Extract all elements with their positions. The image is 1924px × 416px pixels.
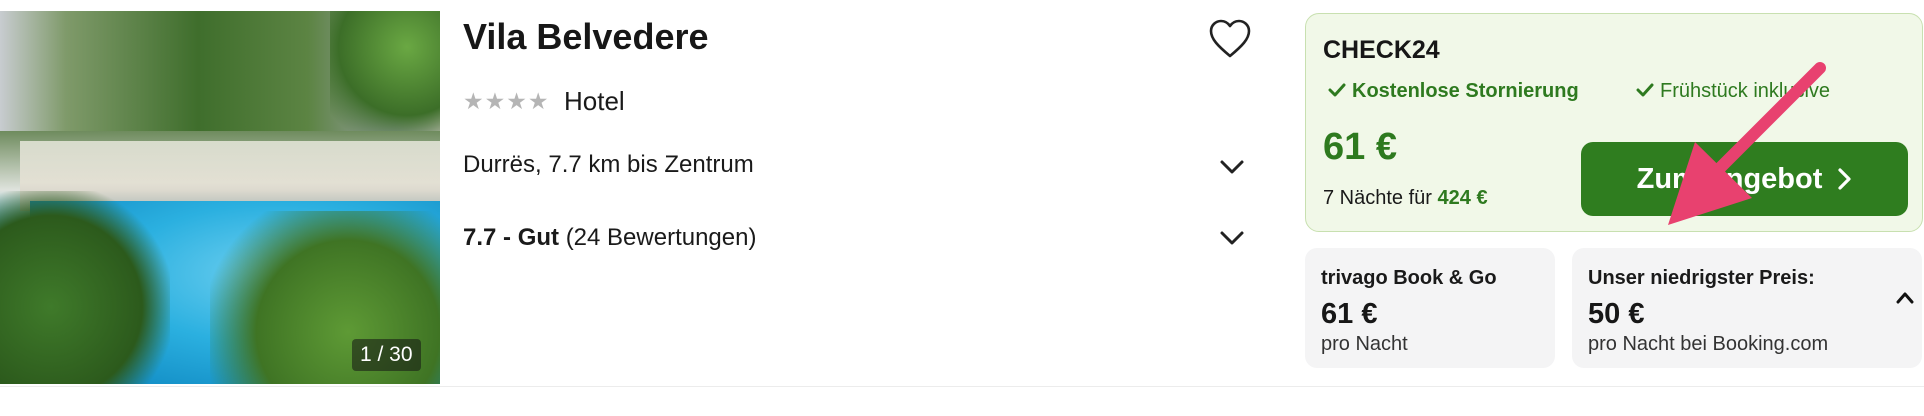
- star-rating-icons: ★★★★: [463, 88, 550, 114]
- alt-offer-label: Unser niedrigster Preis:: [1588, 267, 1815, 289]
- chevron-down-icon[interactable]: [1217, 157, 1247, 177]
- alt-offer-label: trivago Book & Go: [1321, 267, 1497, 289]
- checkmark-icon: [1328, 83, 1346, 97]
- featured-deal-box[interactable]: CHECK24 Kostenlose Stornierung Frühstück…: [1305, 13, 1923, 232]
- hotel-name[interactable]: Vila Belvedere: [463, 16, 709, 58]
- chevron-down-icon[interactable]: [1217, 228, 1247, 248]
- hotel-location: Durrës, 7.7 km bis Zentrum: [463, 151, 754, 178]
- view-deal-button[interactable]: Zum Angebot: [1581, 142, 1908, 216]
- photo-counter: 1 / 30: [352, 339, 421, 371]
- deal-provider: CHECK24: [1323, 36, 1440, 64]
- alt-offer-sub: pro Nacht: [1321, 333, 1408, 355]
- deal-price: 61 €: [1323, 126, 1397, 168]
- hotel-rating: 7.7 - Gut (24 Bewertungen): [463, 224, 756, 252]
- chevron-right-icon: [1838, 168, 1851, 190]
- chevron-up-icon[interactable]: [1894, 290, 1916, 306]
- photo-plants-left: [0, 191, 170, 384]
- hotel-result-card: 1 / 30 Vila Belvedere ★★★★ Hotel Durrës,…: [0, 0, 1924, 387]
- heart-outline-icon[interactable]: [1208, 18, 1252, 60]
- lowest-price-offer[interactable]: Unser niedrigster Preis: 50 € pro Nacht …: [1572, 248, 1922, 368]
- rating-score: 7.7 - Gut: [463, 224, 560, 251]
- alt-offer-price: 61 €: [1321, 298, 1378, 330]
- alt-offer-trivago[interactable]: trivago Book & Go 61 € pro Nacht: [1305, 248, 1555, 368]
- breakfast-feature: Frühstück inklusive: [1636, 80, 1830, 103]
- hotel-type: Hotel: [564, 86, 625, 116]
- free-cancellation-feature: Kostenlose Stornierung: [1328, 80, 1579, 103]
- photo-plants-top-right: [330, 11, 440, 131]
- deal-total-price: 424 €: [1437, 187, 1488, 209]
- deal-total: 7 Nächte für 424 €: [1323, 187, 1488, 209]
- hotel-photo[interactable]: 1 / 30: [0, 11, 440, 384]
- alt-offer-price: 50 €: [1588, 298, 1645, 330]
- checkmark-icon: [1636, 83, 1654, 97]
- alt-offer-sub: pro Nacht bei Booking.com: [1588, 333, 1829, 355]
- rating-count: (24 Bewertungen): [565, 224, 757, 251]
